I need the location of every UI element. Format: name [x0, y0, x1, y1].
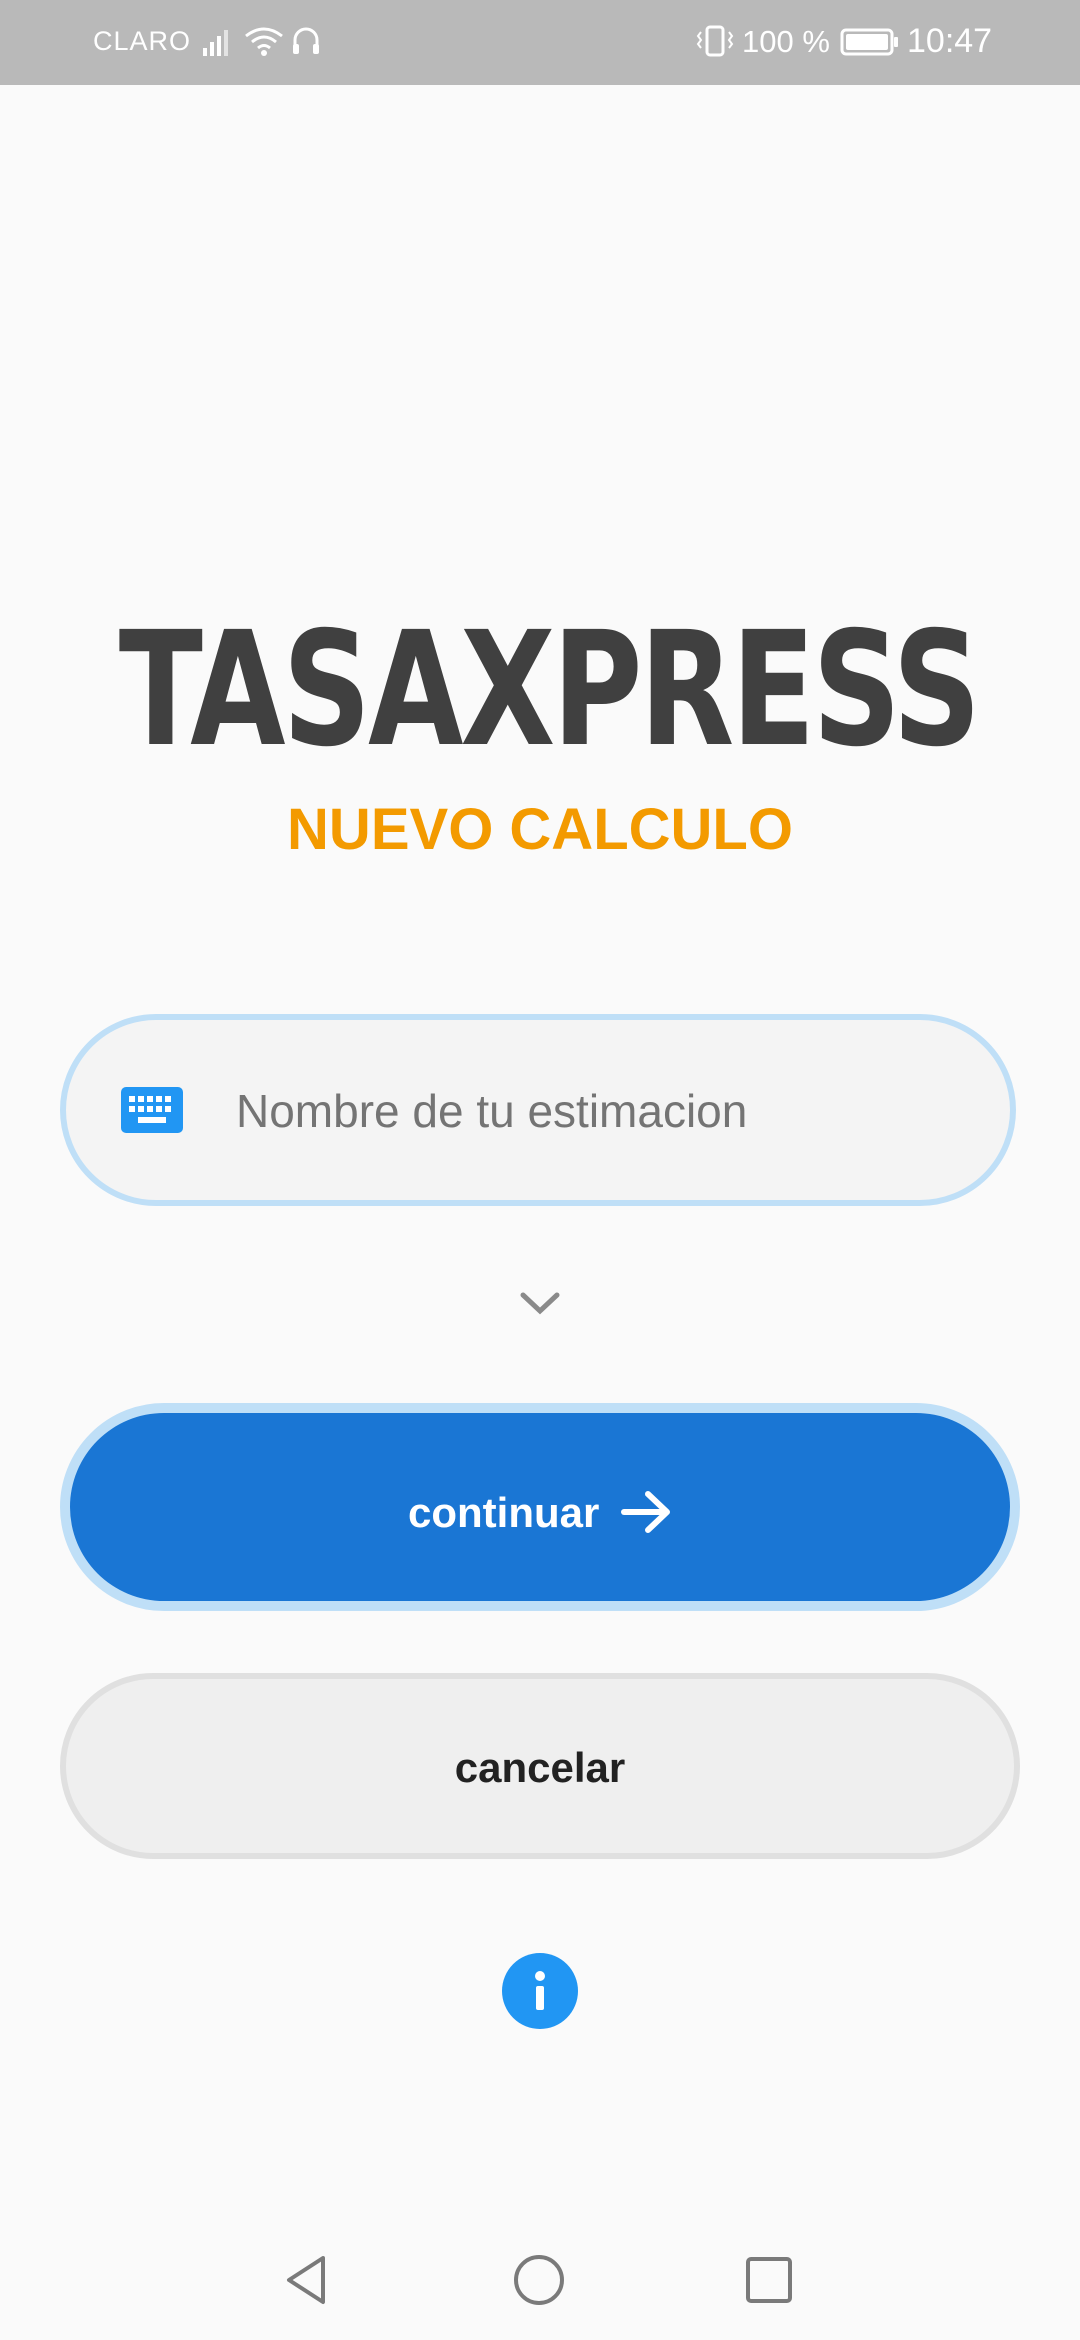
continue-button[interactable]: continuar — [60, 1403, 1020, 1611]
clock: 10:47 — [907, 22, 993, 60]
status-bar: CLARO 100 % 10:47 — [0, 0, 1080, 85]
carrier-name: CLARO — [93, 26, 192, 56]
home-icon[interactable] — [509, 2250, 569, 2310]
app-title: TASAXPRESS — [118, 598, 981, 782]
cancel-button-label: cancelar — [454, 1744, 626, 1791]
vibrate-icon — [696, 25, 734, 57]
recents-icon[interactable] — [739, 2250, 799, 2310]
back-icon[interactable] — [279, 2250, 339, 2310]
navigation-bar — [0, 2220, 1080, 2340]
battery-icon — [840, 28, 898, 56]
signal-icon — [203, 30, 228, 56]
chevron-down-icon[interactable] — [519, 1290, 561, 1316]
continue-button-label: continuar — [408, 1489, 600, 1536]
estimation-name-field[interactable] — [60, 1014, 1016, 1206]
screen: CLARO 100 % 10:47 TASAXPRESS NUEVO CALCU… — [0, 0, 1080, 2340]
estimation-name-input[interactable] — [234, 1060, 978, 1162]
headset-icon — [293, 27, 319, 54]
continue-button-fill: continuar — [70, 1413, 1010, 1601]
keyboard-icon — [121, 1087, 183, 1133]
cancel-button[interactable]: cancelar — [60, 1673, 1020, 1859]
page-subtitle: NUEVO CALCULO — [287, 797, 793, 862]
battery-percent: 100 % — [742, 24, 830, 59]
info-icon[interactable] — [502, 1953, 578, 2029]
arrow-right-icon — [621, 1491, 670, 1533]
wifi-icon — [245, 27, 283, 56]
info-glyph — [535, 1971, 545, 2010]
